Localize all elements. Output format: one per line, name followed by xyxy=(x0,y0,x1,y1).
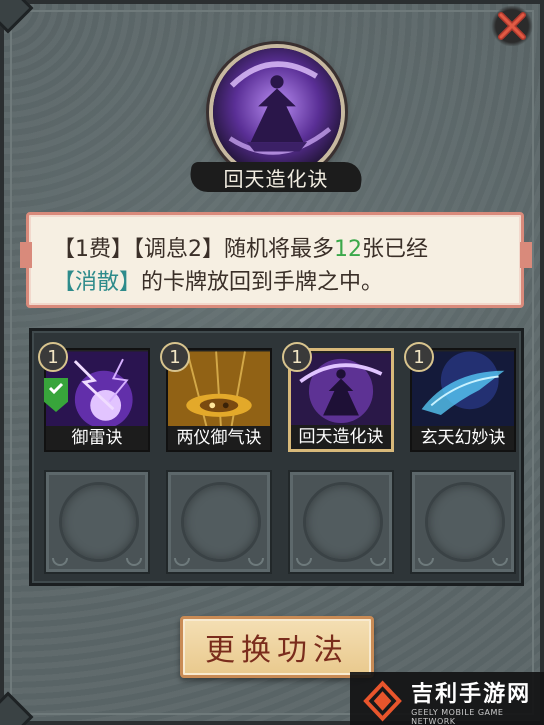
empty-slot-circle xyxy=(59,482,139,562)
card-slot[interactable]: 1 玄天幻妙诀 xyxy=(404,342,516,452)
swirl-ornament xyxy=(52,558,68,566)
card-name: 玄天幻妙诀 xyxy=(412,426,514,450)
card-name: 回天造化诀 xyxy=(291,425,391,449)
skill-description: 【1费】【调息2】随机将最多12张已经 【消散】的卡牌放回到手牌之中。 xyxy=(26,212,524,308)
empty-card-slot[interactable] xyxy=(410,470,516,574)
card-slot[interactable]: 1 御雷诀 xyxy=(38,342,150,452)
corner-ornament xyxy=(0,0,34,34)
empty-slot-frame xyxy=(410,470,516,574)
desc-notch-right xyxy=(520,242,532,268)
skill-panel: 回天造化诀 【1费】【调息2】随机将最多12张已经 【消散】的卡牌放回到手牌之中… xyxy=(0,0,544,725)
skill-deck: 1 御雷诀 1 两仪御气诀 1 回天造化诀 1 玄天幻妙诀 xyxy=(29,328,524,586)
card-slot[interactable]: 1 回天造化诀 xyxy=(282,342,394,452)
swirl-ornament xyxy=(296,558,312,566)
empty-card-slot[interactable] xyxy=(44,470,150,574)
empty-card-slot[interactable] xyxy=(288,470,394,574)
desc-text-1: 【1费】【调息2】随机将最多 xyxy=(53,237,334,262)
empty-slot-circle xyxy=(181,482,261,562)
empty-slot-frame xyxy=(166,470,272,574)
corner-ornament xyxy=(0,691,34,725)
site-logo-icon xyxy=(363,680,402,721)
swirl-ornament xyxy=(126,558,142,566)
watermark-title: 吉利手游网 xyxy=(411,681,532,707)
skill-title-ribbon: 回天造化诀 xyxy=(187,156,365,198)
swirl-ornament xyxy=(418,558,434,566)
change-skill-button[interactable]: 更换功法 xyxy=(180,616,374,678)
card-name: 两仪御气诀 xyxy=(168,426,270,450)
desc-text-3: 的卡牌放回到手牌之中。 xyxy=(141,270,384,295)
close-button[interactable] xyxy=(490,6,534,46)
desc-notch-left xyxy=(20,242,32,268)
swirl-ornament xyxy=(174,558,190,566)
card-slot[interactable]: 1 两仪御气诀 xyxy=(160,342,272,452)
cost-badge: 1 xyxy=(160,342,190,372)
cost-badge: 1 xyxy=(404,342,434,372)
empty-slot-circle xyxy=(425,482,505,562)
skill-title: 回天造化诀 xyxy=(223,166,329,191)
watermark-tagline: GEELY MOBILE GAME NETWORK xyxy=(411,707,504,725)
cost-badge: 1 xyxy=(282,342,312,372)
close-icon xyxy=(498,12,526,40)
empty-slot-frame xyxy=(288,470,394,574)
desc-keyword: 【消散】 xyxy=(53,270,142,295)
swirl-ornament xyxy=(248,558,264,566)
empty-slot-frame xyxy=(44,470,150,574)
desc-text-2: 张已经 xyxy=(362,237,429,262)
empty-card-slot[interactable] xyxy=(166,470,272,574)
site-watermark: 吉利手游网 GEELY MOBILE GAME NETWORK xyxy=(350,672,544,725)
empty-slot-circle xyxy=(303,482,383,562)
cost-badge: 1 xyxy=(38,342,68,372)
swirl-ornament xyxy=(492,558,508,566)
swirl-ornament xyxy=(370,558,386,566)
desc-number: 12 xyxy=(334,237,362,262)
check-icon xyxy=(48,382,64,394)
card-name: 御雷诀 xyxy=(46,426,148,450)
